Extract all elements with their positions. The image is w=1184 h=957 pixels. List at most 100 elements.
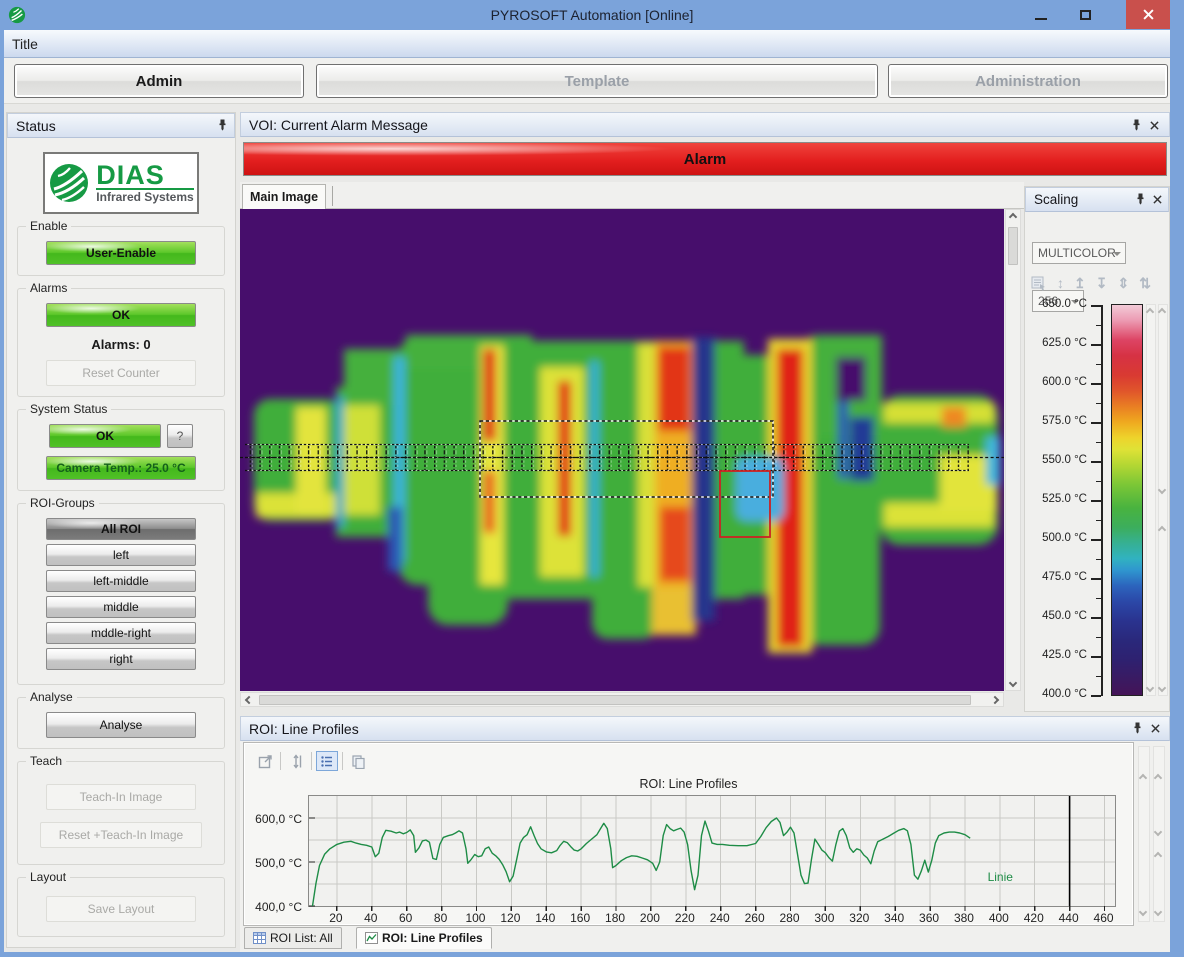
- main-image-tab[interactable]: Main Image: [242, 184, 326, 209]
- scroll-right-icon[interactable]: [991, 695, 999, 703]
- nav-tab-administration[interactable]: Administration: [888, 64, 1168, 98]
- dias-brand-text: DIAS: [96, 162, 193, 188]
- scaling-panel-header[interactable]: Scaling: [1025, 187, 1169, 212]
- fit-vertical-icon[interactable]: [285, 751, 307, 771]
- menu-title-strip: Title: [4, 30, 1170, 58]
- scale-label: 500.0 °C: [1031, 532, 1087, 544]
- minimize-icon: [1035, 18, 1047, 20]
- camera-temp-button[interactable]: Camera Temp.: 25.0 °C: [46, 456, 196, 480]
- scale-label: 475.0 °C: [1031, 571, 1087, 583]
- export-icon[interactable]: [254, 751, 276, 771]
- scaling-compress-icon[interactable]: ⇅: [1139, 275, 1151, 292]
- thermal-image-viewport[interactable]: [240, 209, 1004, 691]
- tab-roi-line-profiles[interactable]: ROI: Line Profiles: [356, 927, 492, 949]
- pin-icon: [1132, 722, 1143, 734]
- scaling-min-down-icon[interactable]: ↧: [1096, 275, 1108, 292]
- close-button[interactable]: [1126, 0, 1170, 29]
- spin-handle-up-icon[interactable]: [1158, 526, 1166, 534]
- roi-group-button-right[interactable]: right: [46, 648, 196, 670]
- roi-group-button-middle[interactable]: middle: [46, 596, 196, 618]
- spin-down-icon[interactable]: [1139, 908, 1147, 916]
- spin-down-icon[interactable]: [1146, 684, 1154, 692]
- image-horizontal-scrollbar[interactable]: [240, 692, 1004, 707]
- scale-spinner-max[interactable]: [1146, 304, 1156, 696]
- status-pin-button[interactable]: [215, 118, 229, 132]
- tab-roi-line-profiles-label: ROI: Line Profiles: [382, 931, 483, 945]
- vertical-scroll-thumb[interactable]: [1008, 227, 1018, 265]
- spin-handle-down-icon[interactable]: [1154, 828, 1162, 836]
- reset-counter-button[interactable]: Reset Counter: [46, 360, 196, 386]
- roi-group-button-mddle-right[interactable]: mddle-right: [46, 622, 196, 644]
- x-tick-label: 160: [570, 911, 590, 925]
- palette-select[interactable]: MULTICOLOR: [1032, 242, 1126, 264]
- image-vertical-scrollbar[interactable]: [1005, 209, 1021, 691]
- roi-group-button-all-roi[interactable]: All ROI: [46, 518, 196, 540]
- x-tick-label: 80: [434, 911, 447, 925]
- scale-label: 525.0 °C: [1031, 493, 1087, 505]
- alarms-group: Alarms OK Alarms: 0 Reset Counter: [17, 288, 225, 397]
- voi-pin-button[interactable]: [1129, 118, 1143, 132]
- x-tick-label: 200: [640, 911, 660, 925]
- spin-up-icon[interactable]: [1146, 308, 1154, 316]
- roi-group-button-left[interactable]: left: [46, 544, 196, 566]
- roi-pin-button[interactable]: [1130, 721, 1144, 735]
- alarm-banner: Alarm: [243, 142, 1167, 176]
- scroll-down-icon[interactable]: [1009, 679, 1017, 687]
- x-tick-label: 220: [675, 911, 695, 925]
- spin-down-icon[interactable]: [1158, 684, 1166, 692]
- scaling-max-up-icon[interactable]: ↥: [1074, 275, 1086, 292]
- system-ok-button[interactable]: OK: [49, 424, 161, 448]
- spin-up-icon[interactable]: [1158, 308, 1166, 316]
- tab-roi-list[interactable]: ROI List: All: [244, 927, 342, 949]
- voi-panel-header[interactable]: VOI: Current Alarm Message: [240, 112, 1170, 137]
- minimize-button[interactable]: [1026, 0, 1056, 30]
- horizontal-scroll-thumb[interactable]: [259, 695, 971, 705]
- scroll-up-icon[interactable]: [1009, 213, 1017, 221]
- y-tick-label: 400,0 °C: [246, 900, 302, 914]
- legend-list-icon[interactable]: [316, 751, 338, 771]
- system-help-button[interactable]: ?: [167, 424, 193, 448]
- nav-tab-admin[interactable]: Admin: [14, 64, 304, 98]
- roi-group-button-left-middle[interactable]: left-middle: [46, 570, 196, 592]
- chart-plot-area[interactable]: Linie: [308, 795, 1116, 907]
- nav-tab-template[interactable]: Template: [316, 64, 878, 98]
- roi-close-button[interactable]: [1148, 721, 1162, 735]
- scale-major-tick: [1091, 383, 1101, 385]
- analyse-button[interactable]: Analyse: [46, 712, 196, 738]
- spin-down-icon[interactable]: [1154, 908, 1162, 916]
- close-icon: [1151, 724, 1160, 733]
- status-panel-header[interactable]: Status: [7, 113, 235, 138]
- teach-in-image-button[interactable]: Teach-In Image: [46, 784, 196, 810]
- x-tick-label: 320: [849, 911, 869, 925]
- scaling-close-button[interactable]: [1150, 192, 1164, 206]
- teach-group: Teach Teach-In Image Reset +Teach-In Ima…: [17, 761, 225, 865]
- profile-spinner-right[interactable]: [1153, 746, 1165, 922]
- scaling-pin-button[interactable]: [1133, 192, 1147, 206]
- roi-panel-header[interactable]: ROI: Line Profiles: [240, 716, 1170, 741]
- spin-up-icon[interactable]: [1139, 774, 1147, 782]
- maximize-button[interactable]: [1070, 0, 1100, 30]
- title-bar[interactable]: PYROSOFT Automation [Online]: [0, 0, 1184, 30]
- roi-groups-group: ROI-Groups All ROIleftleft-middlemiddlem…: [17, 503, 225, 685]
- scaling-expand-icon[interactable]: ⇕: [1117, 275, 1129, 292]
- x-tick-label: 300: [814, 911, 834, 925]
- profile-spinner-left[interactable]: [1138, 746, 1150, 922]
- user-enable-button[interactable]: User-Enable: [46, 241, 196, 265]
- spin-up-icon[interactable]: [1154, 774, 1162, 782]
- reset-teach-in-image-button[interactable]: Reset +Teach-In Image: [40, 822, 202, 848]
- alarms-status-button[interactable]: OK: [46, 303, 196, 327]
- voi-close-button[interactable]: [1147, 118, 1161, 132]
- x-tick-label: 380: [954, 911, 974, 925]
- scale-spinner-min[interactable]: [1158, 304, 1168, 696]
- roi-panel-title: ROI: Line Profiles: [249, 721, 359, 737]
- system-status-group-label: System Status: [26, 402, 111, 416]
- scaling-autoscale-icon[interactable]: ↕: [1057, 275, 1064, 291]
- spin-handle-down-icon[interactable]: [1158, 486, 1166, 494]
- scaling-properties-icon[interactable]: [1031, 276, 1047, 291]
- save-layout-button[interactable]: Save Layout: [46, 896, 196, 922]
- copy-icon[interactable]: [347, 751, 369, 771]
- spin-handle-up-icon[interactable]: [1154, 852, 1162, 860]
- scroll-left-icon[interactable]: [245, 695, 253, 703]
- roi-groups-label: ROI-Groups: [26, 496, 99, 510]
- toolbar-separator: [342, 752, 343, 770]
